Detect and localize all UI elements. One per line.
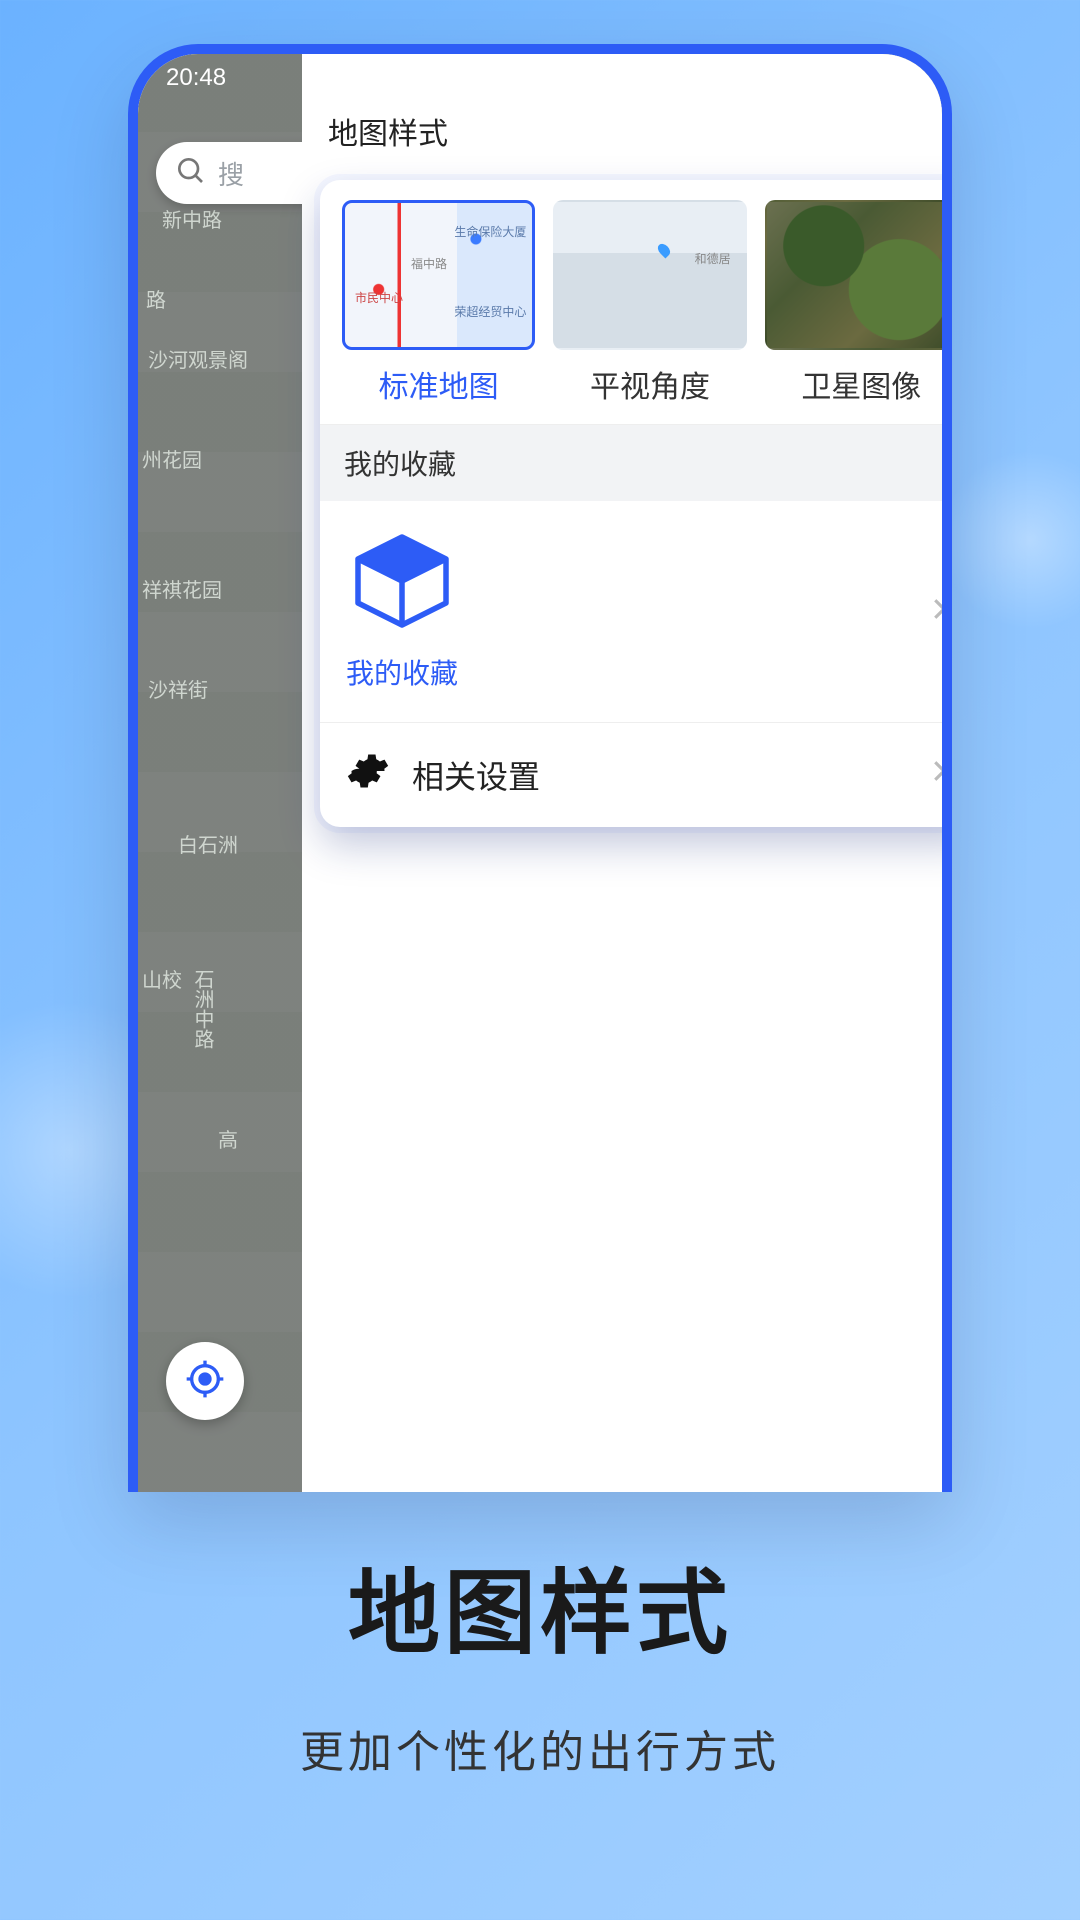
status-bar: 20:48: [138, 54, 942, 102]
map-label: 山校: [142, 964, 182, 993]
thumb-text: 荣超经贸中心: [454, 303, 526, 320]
favorites-header: 我的收藏: [320, 424, 952, 501]
thumbnail-satellite: [765, 200, 952, 350]
promo-title: 地图样式: [0, 1539, 1080, 1672]
map-label: 高: [218, 1124, 238, 1153]
chevron-right-icon: [924, 594, 952, 629]
phone-frame: 新中路 路 沙河观景阁 州花园 祥祺花园 沙祥街 石洲中路 山校 白石洲 高 2…: [128, 44, 952, 1492]
settings-item[interactable]: 相关设置: [320, 723, 952, 827]
map-label: 白石洲: [178, 829, 238, 858]
cast-icon: [852, 62, 878, 95]
status-time: 20:48: [166, 64, 226, 92]
map-label: 新中路: [162, 204, 222, 233]
style-label: 标准地图: [379, 362, 499, 424]
crosshair-icon: [185, 1359, 225, 1404]
panel-title: 地图样式: [302, 92, 942, 170]
map-label: 路: [146, 284, 166, 313]
style-card: 生命保险大厦 福中路 市民中心 荣超经贸中心 标准地图 和德居 平视角度 卫星图…: [320, 180, 952, 827]
thumb-text: 福中路: [411, 255, 447, 272]
thumb-text: 市民中心: [355, 289, 403, 306]
style-option-standard[interactable]: 生命保险大厦 福中路 市民中心 荣超经贸中心 标准地图: [342, 200, 535, 424]
thumbnail-flat: 和德居: [553, 200, 746, 350]
thumb-text: 生命保险大厦: [454, 223, 526, 240]
map-label: 祥祺花园: [142, 574, 222, 603]
favorites-item[interactable]: 我的收藏: [320, 501, 952, 723]
location-icon: [780, 62, 806, 95]
promo-block: 地图样式 更加个性化的出行方式: [0, 1539, 1080, 1780]
box-icon: [347, 531, 457, 638]
style-label: 卫星图像: [801, 362, 921, 424]
gear-icon: [346, 749, 390, 801]
style-option-flat[interactable]: 和德居 平视角度: [553, 200, 746, 424]
thumb-text: 和德居: [695, 250, 731, 267]
thumbnail-standard: 生命保险大厦 福中路 市民中心 荣超经贸中心: [342, 200, 535, 350]
locate-button[interactable]: [166, 1342, 244, 1420]
favorites-label: 我的收藏: [346, 652, 458, 692]
style-option-satellite[interactable]: 卫星图像: [765, 200, 952, 424]
map-label: 沙祥街: [148, 674, 208, 703]
map-label: 沙河观景阁: [148, 344, 248, 373]
wifi-icon: [816, 62, 842, 95]
map-label: 州花园: [142, 444, 202, 473]
chevron-right-icon: [924, 756, 952, 794]
style-label: 平视角度: [590, 362, 710, 424]
search-icon: [174, 154, 206, 193]
settings-label: 相关设置: [412, 752, 540, 798]
promo-subtitle: 更加个性化的出行方式: [0, 1716, 1080, 1780]
search-placeholder: 搜: [218, 155, 244, 192]
map-label: 石洲中路: [188, 969, 217, 1049]
battery-icon: [888, 62, 914, 95]
